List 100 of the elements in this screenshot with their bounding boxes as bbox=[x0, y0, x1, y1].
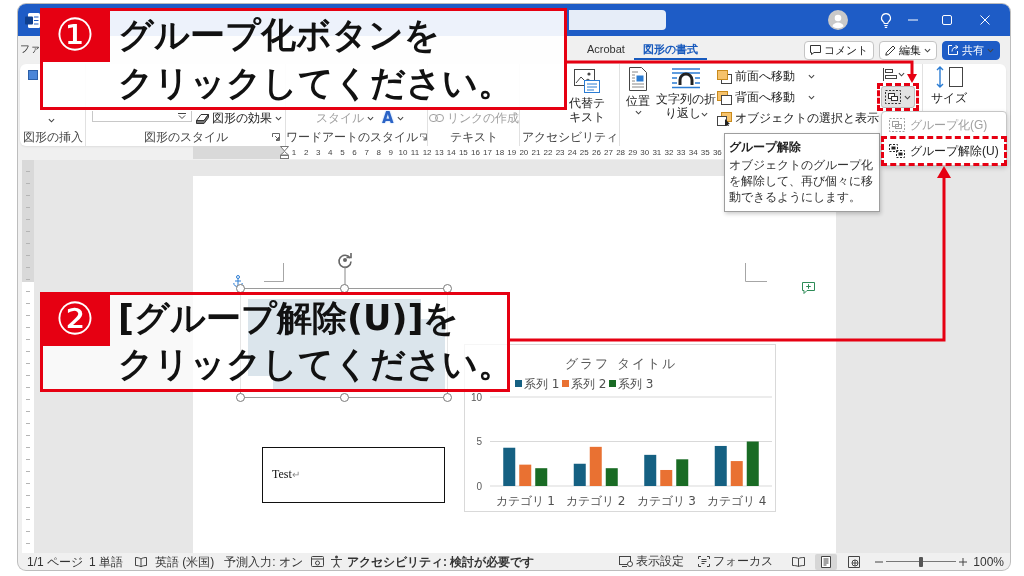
ruler-number: 30 bbox=[639, 147, 651, 159]
ruler-number: 34 bbox=[687, 147, 699, 159]
ruler-number: 24 bbox=[566, 147, 578, 159]
group-objects-button[interactable] bbox=[881, 86, 915, 108]
ruler-number: 17 bbox=[482, 147, 493, 159]
text-effects-button[interactable]: A bbox=[382, 110, 404, 126]
group-label: ワードアートのスタイル bbox=[286, 128, 418, 146]
menu-tab[interactable]: 図形の書式 bbox=[633, 40, 707, 60]
ruler-number: 19 bbox=[506, 147, 518, 159]
ruler-number: 6 bbox=[351, 147, 358, 159]
position-button[interactable]: 位置 bbox=[622, 67, 654, 115]
ruler-number: 29 bbox=[627, 147, 639, 159]
send-backward-icon bbox=[717, 90, 732, 105]
picture-text-icon bbox=[574, 69, 600, 93]
slider-thumb[interactable] bbox=[919, 556, 924, 567]
page-count: 1/1 ページ bbox=[27, 553, 83, 570]
lightbulb-icon[interactable] bbox=[880, 12, 892, 28]
ruler-number: 16 bbox=[470, 147, 481, 159]
chart-bar bbox=[746, 441, 759, 486]
chart-bar bbox=[714, 445, 727, 486]
size-button[interactable]: サイズ bbox=[929, 66, 969, 105]
print-layout-button[interactable] bbox=[815, 553, 838, 570]
dialog-launcher-icon[interactable] bbox=[272, 133, 280, 141]
ruler-number: 1 bbox=[290, 147, 298, 159]
ruler-number: 14 bbox=[445, 147, 457, 159]
chart-bar bbox=[519, 464, 532, 486]
selection-pane-icon bbox=[717, 111, 732, 126]
bring-forward-button[interactable]: 前面へ移動 bbox=[717, 66, 879, 87]
search-field[interactable] bbox=[569, 10, 666, 30]
axis-tick-label: 5 bbox=[476, 436, 482, 447]
indent-marker[interactable] bbox=[280, 146, 289, 159]
caret-icon bbox=[904, 94, 911, 100]
caret-icon[interactable] bbox=[48, 118, 55, 123]
chart-bar bbox=[660, 470, 673, 486]
caret-icon bbox=[634, 110, 642, 115]
legend-label: 系列 3 bbox=[618, 377, 654, 391]
legend-label: 系列 1 bbox=[524, 377, 560, 391]
comment-button[interactable]: コメント bbox=[804, 40, 874, 60]
close-icon[interactable] bbox=[980, 15, 990, 25]
zoom-level[interactable]: 100% bbox=[973, 553, 1004, 570]
focus-icon bbox=[698, 556, 711, 567]
word-count: 1 単語 bbox=[89, 553, 124, 570]
resize-handle[interactable] bbox=[443, 284, 452, 293]
ruler-number: 18 bbox=[494, 147, 506, 159]
group-label: 図形のスタイル bbox=[143, 128, 228, 146]
category-label: カテゴリ 3 bbox=[636, 494, 696, 508]
alt-text-button[interactable]: 代替テキスト bbox=[569, 69, 605, 124]
resize-handle[interactable] bbox=[236, 284, 245, 293]
callout-line: クリックしてください。 bbox=[118, 62, 513, 105]
display-settings-button[interactable]: 表示設定 bbox=[619, 553, 685, 570]
tooltip-title: グループ解除 bbox=[729, 139, 802, 155]
menu-tab[interactable]: ファ bbox=[20, 40, 39, 60]
wrap-text-button[interactable]: 文字列の折り返し bbox=[656, 67, 716, 120]
edit-button[interactable]: 編集 bbox=[879, 40, 937, 60]
comment-icon bbox=[810, 45, 821, 55]
resize-handle[interactable] bbox=[340, 284, 349, 293]
text-prediction-status[interactable]: 予測入力: オン bbox=[224, 553, 304, 570]
group-icon bbox=[889, 118, 905, 132]
selection-pane-button[interactable]: オブジェクトの選択と表示 bbox=[717, 108, 879, 129]
ruler-number: 28 bbox=[615, 147, 627, 159]
chart-bar bbox=[644, 454, 657, 486]
legend-label: 系列 2 bbox=[571, 377, 607, 391]
resize-handle[interactable] bbox=[340, 393, 349, 402]
book-icon[interactable] bbox=[135, 556, 148, 567]
dashed-highlight-frame bbox=[877, 83, 919, 111]
share-button[interactable]: 共有 bbox=[942, 40, 1000, 60]
maximize-icon[interactable] bbox=[942, 15, 952, 25]
gallery-expand-icon[interactable] bbox=[178, 113, 186, 119]
zoom-in-icon[interactable] bbox=[959, 557, 968, 566]
menu-tab[interactable]: Acrobat bbox=[578, 40, 634, 60]
accessibility-status[interactable]: アクセシビリティ: 検討が必要です bbox=[347, 553, 535, 570]
tooltip-description: オブジェクトのグループ化を解除して、再び個々に移動できるようにします。 bbox=[729, 157, 874, 205]
menu-item[interactable]: グループ解除(U) bbox=[885, 140, 1003, 162]
language-status[interactable]: 英語 (米国) bbox=[155, 553, 215, 570]
resize-handle[interactable] bbox=[443, 393, 452, 402]
resize-handle[interactable] bbox=[236, 393, 245, 402]
macro-record-icon[interactable] bbox=[311, 556, 325, 567]
ruler-number: 35 bbox=[699, 147, 711, 159]
chart-bar bbox=[605, 468, 618, 486]
align-button[interactable] bbox=[881, 66, 905, 82]
ruler-number: 7 bbox=[363, 147, 370, 159]
send-backward-button[interactable]: 背面へ移動 bbox=[717, 87, 879, 108]
ruler-number: 27 bbox=[603, 147, 614, 159]
ruler-number: 23 bbox=[554, 147, 566, 159]
chart-bar bbox=[676, 459, 689, 486]
text-box[interactable]: Test↵ bbox=[262, 447, 445, 503]
accessibility-icon[interactable] bbox=[330, 555, 344, 568]
dialog-launcher-icon[interactable] bbox=[420, 133, 427, 141]
ruler-number: 5 bbox=[339, 147, 346, 159]
chart-bar bbox=[589, 446, 602, 486]
display-settings-icon bbox=[619, 556, 634, 567]
ruler-number: 8 bbox=[375, 147, 382, 159]
ruler-number: 10 bbox=[397, 147, 409, 159]
focus-button[interactable]: フォーカス bbox=[698, 553, 774, 570]
add-comment-icon[interactable] bbox=[802, 282, 815, 294]
shape-effects-button[interactable]: 図形の効果 bbox=[196, 110, 282, 126]
axis-tick-label: 10 bbox=[470, 391, 482, 403]
ruler-number: 33 bbox=[675, 147, 687, 159]
avatar-icon[interactable] bbox=[828, 10, 848, 30]
caret-icon bbox=[700, 112, 708, 117]
